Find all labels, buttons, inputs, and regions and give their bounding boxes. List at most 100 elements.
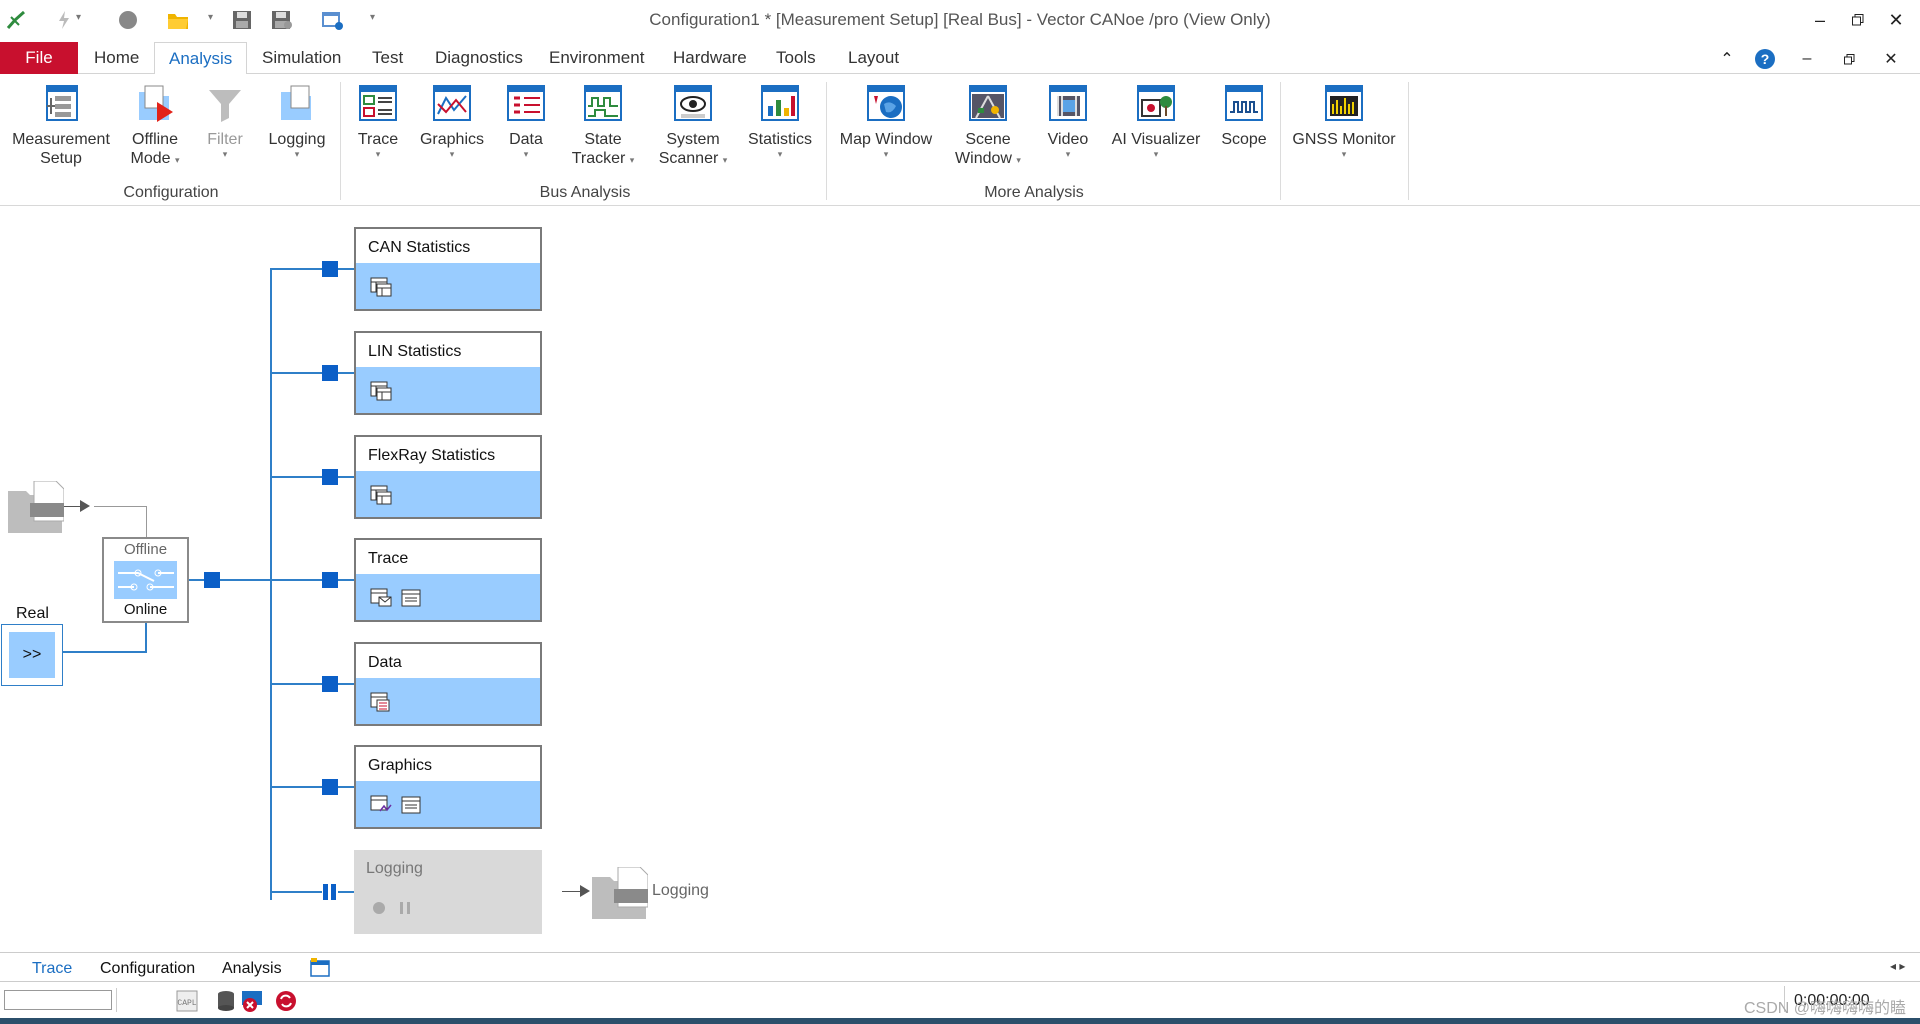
minimize-button[interactable]: – bbox=[1800, 6, 1840, 34]
tab-environment[interactable]: Environment bbox=[535, 42, 658, 74]
tab-tools[interactable]: Tools bbox=[762, 42, 830, 74]
system-scanner-label-2: Scanner ▾ bbox=[658, 150, 728, 167]
customize-quick-access-icon[interactable]: ▾ bbox=[370, 12, 375, 23]
measurement-setup-button[interactable]: Measurement Setup bbox=[8, 84, 114, 184]
trace-block[interactable]: Trace bbox=[354, 538, 542, 622]
real-bus-button[interactable]: >> bbox=[9, 632, 55, 678]
gnss-monitor-button[interactable]: GNSS Monitor ▾ bbox=[1288, 84, 1400, 184]
map-window-button[interactable]: Map Window ▾ bbox=[834, 84, 938, 184]
offline-mode-button[interactable]: Offline Mode ▾ bbox=[120, 84, 190, 184]
offline-mode-icon bbox=[139, 85, 173, 122]
tab-layout[interactable]: Layout bbox=[834, 42, 913, 74]
bottom-tab-bar: Trace Configuration Analysis ◂ ▸ bbox=[0, 952, 1920, 982]
video-button[interactable]: Video ▾ bbox=[1040, 84, 1096, 184]
trace-title: Trace bbox=[356, 540, 540, 574]
group-label-bus-analysis: Bus Analysis bbox=[539, 184, 631, 201]
options-icon[interactable] bbox=[320, 8, 344, 32]
tab-simulation[interactable]: Simulation bbox=[248, 42, 355, 74]
can-statistics-node[interactable] bbox=[322, 261, 338, 277]
offline-mode-label-2: Mode ▾ bbox=[130, 150, 180, 167]
flexray-statistics-block[interactable]: FlexRay Statistics bbox=[354, 435, 542, 519]
filter-button[interactable]: Filter ▾ bbox=[196, 84, 254, 184]
trace-node[interactable] bbox=[322, 572, 338, 588]
window-title: Configuration1 * [Measurement Setup] [Re… bbox=[649, 10, 1271, 29]
ai-visualizer-button[interactable]: AI Visualizer ▾ bbox=[1104, 84, 1208, 184]
scene-window-button[interactable]: Scene Window ▾ bbox=[944, 84, 1032, 184]
database-icon[interactable] bbox=[216, 990, 236, 1012]
group-label-more-analysis: More Analysis bbox=[984, 184, 1084, 201]
canoe-logo-icon[interactable] bbox=[4, 8, 28, 32]
start-dropdown-icon[interactable]: ▾ bbox=[76, 12, 81, 23]
graphics-node[interactable] bbox=[322, 779, 338, 795]
status-input[interactable] bbox=[4, 990, 112, 1010]
restore-button[interactable] bbox=[1838, 6, 1878, 34]
open-dropdown-icon[interactable]: ▾ bbox=[208, 12, 213, 23]
doc-restore-button[interactable] bbox=[1834, 46, 1864, 72]
scope-button[interactable]: Scope bbox=[1216, 84, 1272, 184]
hardware-error-icon[interactable] bbox=[240, 989, 266, 1013]
real-bus-node[interactable]: >> bbox=[1, 624, 63, 686]
doc-minimize-button[interactable]: – bbox=[1792, 46, 1822, 72]
stop-icon[interactable] bbox=[116, 8, 140, 32]
graphics-ribbon-label: Graphics bbox=[419, 131, 485, 148]
doc-close-button[interactable]: ✕ bbox=[1876, 46, 1906, 72]
tab-diagnostics[interactable]: Diagnostics bbox=[421, 42, 537, 74]
bottom-tab-analysis[interactable]: Analysis bbox=[214, 957, 290, 981]
offline-source-icon[interactable] bbox=[8, 480, 65, 535]
save-as-icon[interactable] bbox=[270, 8, 294, 32]
logging-block[interactable]: Logging bbox=[354, 850, 542, 934]
data-ribbon-label: Data bbox=[509, 131, 543, 148]
tab-analysis[interactable]: Analysis bbox=[154, 42, 248, 75]
data-block[interactable]: Data bbox=[354, 642, 542, 726]
group-label-configuration: Configuration bbox=[123, 184, 219, 201]
lin-statistics-node[interactable] bbox=[322, 365, 338, 381]
start-icon[interactable] bbox=[52, 8, 76, 32]
tab-hardware[interactable]: Hardware bbox=[659, 42, 761, 74]
flexray-statistics-node[interactable] bbox=[322, 469, 338, 485]
flexray-statistics-title: FlexRay Statistics bbox=[356, 437, 540, 471]
gnss-monitor-label: GNSS Monitor bbox=[1292, 131, 1396, 148]
logging-pause-node[interactable] bbox=[322, 884, 338, 900]
data-node[interactable] bbox=[322, 676, 338, 692]
open-folder-icon[interactable] bbox=[166, 8, 190, 32]
bottom-tab-configuration[interactable]: Configuration bbox=[92, 957, 203, 981]
lin-statistics-block[interactable]: LIN Statistics bbox=[354, 331, 542, 415]
map-window-dropdown-icon: ▾ bbox=[883, 149, 889, 159]
block-body bbox=[356, 367, 540, 413]
sync-error-icon[interactable] bbox=[274, 989, 298, 1013]
measurement-setup-label-2: Setup bbox=[40, 150, 82, 167]
help-icon[interactable]: ? bbox=[1750, 46, 1780, 72]
collapse-ribbon-icon[interactable]: ⌃ bbox=[1712, 46, 1742, 72]
logging-button[interactable]: Logging ▾ bbox=[260, 84, 334, 184]
offline-online-switch[interactable]: Offline Online bbox=[102, 537, 189, 623]
restore-icon bbox=[1852, 14, 1864, 26]
tab-test[interactable]: Test bbox=[358, 42, 417, 74]
svg-text:CAPL: CAPL bbox=[177, 999, 196, 1008]
capl-icon[interactable]: CAPL bbox=[176, 990, 198, 1012]
graphics-block[interactable]: Graphics bbox=[354, 745, 542, 829]
switch-online-label: Online bbox=[123, 601, 168, 618]
data-ribbon-button[interactable]: Data ▾ bbox=[498, 84, 554, 184]
save-icon[interactable] bbox=[230, 8, 254, 32]
trace-ribbon-button[interactable]: Trace ▾ bbox=[350, 84, 406, 184]
can-statistics-title: CAN Statistics bbox=[356, 229, 540, 263]
gnss-monitor-icon bbox=[1325, 85, 1363, 121]
graphics-ribbon-button[interactable]: Graphics ▾ bbox=[414, 84, 490, 184]
ai-visualizer-label: AI Visualizer bbox=[1111, 131, 1201, 148]
pause-icon[interactable] bbox=[394, 898, 416, 918]
logging-file-icon[interactable] bbox=[592, 866, 649, 921]
scroll-tabs-icon[interactable]: ◂ ▸ bbox=[1890, 959, 1905, 973]
bottom-tab-trace[interactable]: Trace bbox=[24, 957, 80, 981]
close-button[interactable]: ✕ bbox=[1876, 6, 1916, 34]
tab-home[interactable]: Home bbox=[80, 42, 153, 74]
new-page-icon[interactable] bbox=[308, 957, 332, 979]
state-tracker-button[interactable]: State Tracker ▾ bbox=[566, 84, 640, 184]
tab-file[interactable]: File bbox=[0, 42, 78, 74]
statistics-ribbon-button[interactable]: Statistics ▾ bbox=[740, 84, 820, 184]
can-statistics-block[interactable]: CAN Statistics bbox=[354, 227, 542, 311]
record-icon[interactable] bbox=[368, 898, 390, 918]
block-body bbox=[356, 471, 540, 517]
switch-output-node[interactable] bbox=[204, 572, 220, 588]
statistics-icon bbox=[761, 85, 799, 121]
system-scanner-button[interactable]: System Scanner ▾ bbox=[652, 84, 734, 184]
